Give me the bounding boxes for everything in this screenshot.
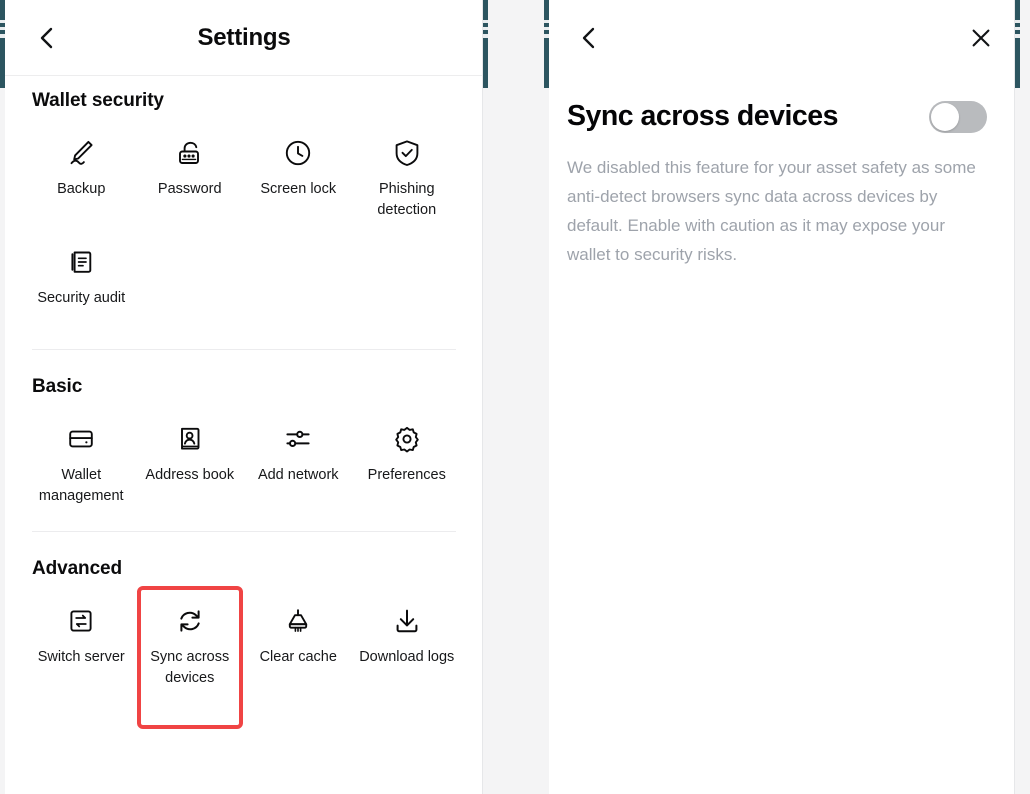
tile-grid: Backup Password Screen lock Phishing det… xyxy=(27,122,461,335)
detail-header xyxy=(549,0,1015,80)
settings-back-button[interactable] xyxy=(27,0,67,75)
settings-tile-add-network[interactable]: Add network xyxy=(244,408,353,517)
background-sliver xyxy=(1015,0,1020,88)
settings-tile-download-logs[interactable]: Download logs xyxy=(353,590,462,699)
settings-body: Wallet security Backup Password Screen l… xyxy=(5,90,483,729)
tile-label: Preferences xyxy=(367,467,446,483)
detail-title-row: Sync across devices xyxy=(567,100,987,133)
broom-icon xyxy=(283,604,313,638)
tile-empty xyxy=(244,231,353,335)
settings-tile-phishing-detection[interactable]: Phishing detection xyxy=(353,122,462,231)
detail-panel: Sync across devices We disabled this fea… xyxy=(549,0,1015,794)
tile-grid: Wallet management Address book Add netwo… xyxy=(27,408,461,517)
clock-icon xyxy=(283,136,313,170)
switch-arrows-square-icon xyxy=(66,604,96,638)
tile-label: Password xyxy=(157,181,222,197)
detail-body: Sync across devices We disabled this fea… xyxy=(549,80,1015,269)
toggle-knob xyxy=(931,102,959,131)
detail-title: Sync across devices xyxy=(567,100,838,132)
detail-back-button[interactable] xyxy=(571,22,607,58)
contact-person-icon xyxy=(175,422,205,456)
settings-tile-wallet-management[interactable]: Wallet management xyxy=(27,408,136,517)
settings-header: Settings xyxy=(5,0,483,76)
section-divider xyxy=(32,531,456,532)
settings-tile-sync-across-devices[interactable]: Sync across devices xyxy=(136,586,245,729)
sliders-icon xyxy=(283,422,313,456)
tile-label: Address book xyxy=(145,467,235,483)
settings-tile-backup[interactable]: Backup xyxy=(27,122,136,231)
tile-label: Backup xyxy=(57,181,106,197)
sync-across-devices-toggle[interactable] xyxy=(929,100,987,133)
settings-tile-password[interactable]: Password xyxy=(136,122,245,231)
detail-description: We disabled this feature for your asset … xyxy=(567,158,976,264)
shield-check-icon xyxy=(392,136,422,170)
tile-empty xyxy=(353,231,462,335)
close-x-icon xyxy=(969,26,993,55)
tile-empty xyxy=(136,231,245,335)
tile-label: Sync across devices xyxy=(150,649,230,686)
detail-close-button[interactable] xyxy=(963,22,999,58)
section-divider xyxy=(32,349,456,350)
settings-tile-clear-cache[interactable]: Clear cache xyxy=(244,590,353,699)
gear-icon xyxy=(392,422,422,456)
section-title: Basic xyxy=(32,376,83,397)
chevron-left-icon xyxy=(37,24,57,52)
document-lines-icon xyxy=(66,245,96,279)
section-title: Advanced xyxy=(32,558,123,579)
chevron-left-icon xyxy=(579,23,599,58)
section-wallet-security: Wallet security Backup Password Screen l… xyxy=(27,90,461,335)
sync-circular-arrows-icon xyxy=(175,604,205,638)
section-advanced: Advanced Switch server Sync across devic… xyxy=(27,558,462,729)
tile-label: Wallet management xyxy=(38,467,124,504)
pencil-signature-icon xyxy=(66,136,96,170)
panel-edge xyxy=(482,0,483,794)
tile-label: Phishing detection xyxy=(377,181,437,218)
tile-label: Security audit xyxy=(37,290,126,306)
tile-grid: Switch server Sync across devices Clear … xyxy=(27,586,462,729)
tile-label: Clear cache xyxy=(259,649,337,665)
settings-tile-address-book[interactable]: Address book xyxy=(136,408,245,517)
section-basic: Basic Wallet management Address book Add… xyxy=(27,376,461,517)
tile-label: Switch server xyxy=(37,649,125,665)
download-arrow-icon xyxy=(392,604,422,638)
settings-tile-switch-server[interactable]: Switch server xyxy=(27,590,136,699)
background-sliver xyxy=(483,0,488,88)
settings-panel: Settings Wallet security Backup Password… xyxy=(5,0,483,794)
tile-label: Download logs xyxy=(359,649,455,665)
section-title: Wallet security xyxy=(32,90,164,111)
unlocked-padlock-asterisk-icon xyxy=(175,136,205,170)
page-title: Settings xyxy=(197,23,291,51)
wallet-card-icon xyxy=(66,422,96,456)
settings-tile-preferences[interactable]: Preferences xyxy=(353,408,462,517)
settings-tile-screen-lock[interactable]: Screen lock xyxy=(244,122,353,231)
settings-tile-security-audit[interactable]: Security audit xyxy=(27,231,136,335)
panel-edge xyxy=(1014,0,1015,794)
tile-label: Screen lock xyxy=(260,181,337,197)
tile-label: Add network xyxy=(257,467,339,483)
screen-root: Settings Wallet security Backup Password… xyxy=(0,0,1030,794)
